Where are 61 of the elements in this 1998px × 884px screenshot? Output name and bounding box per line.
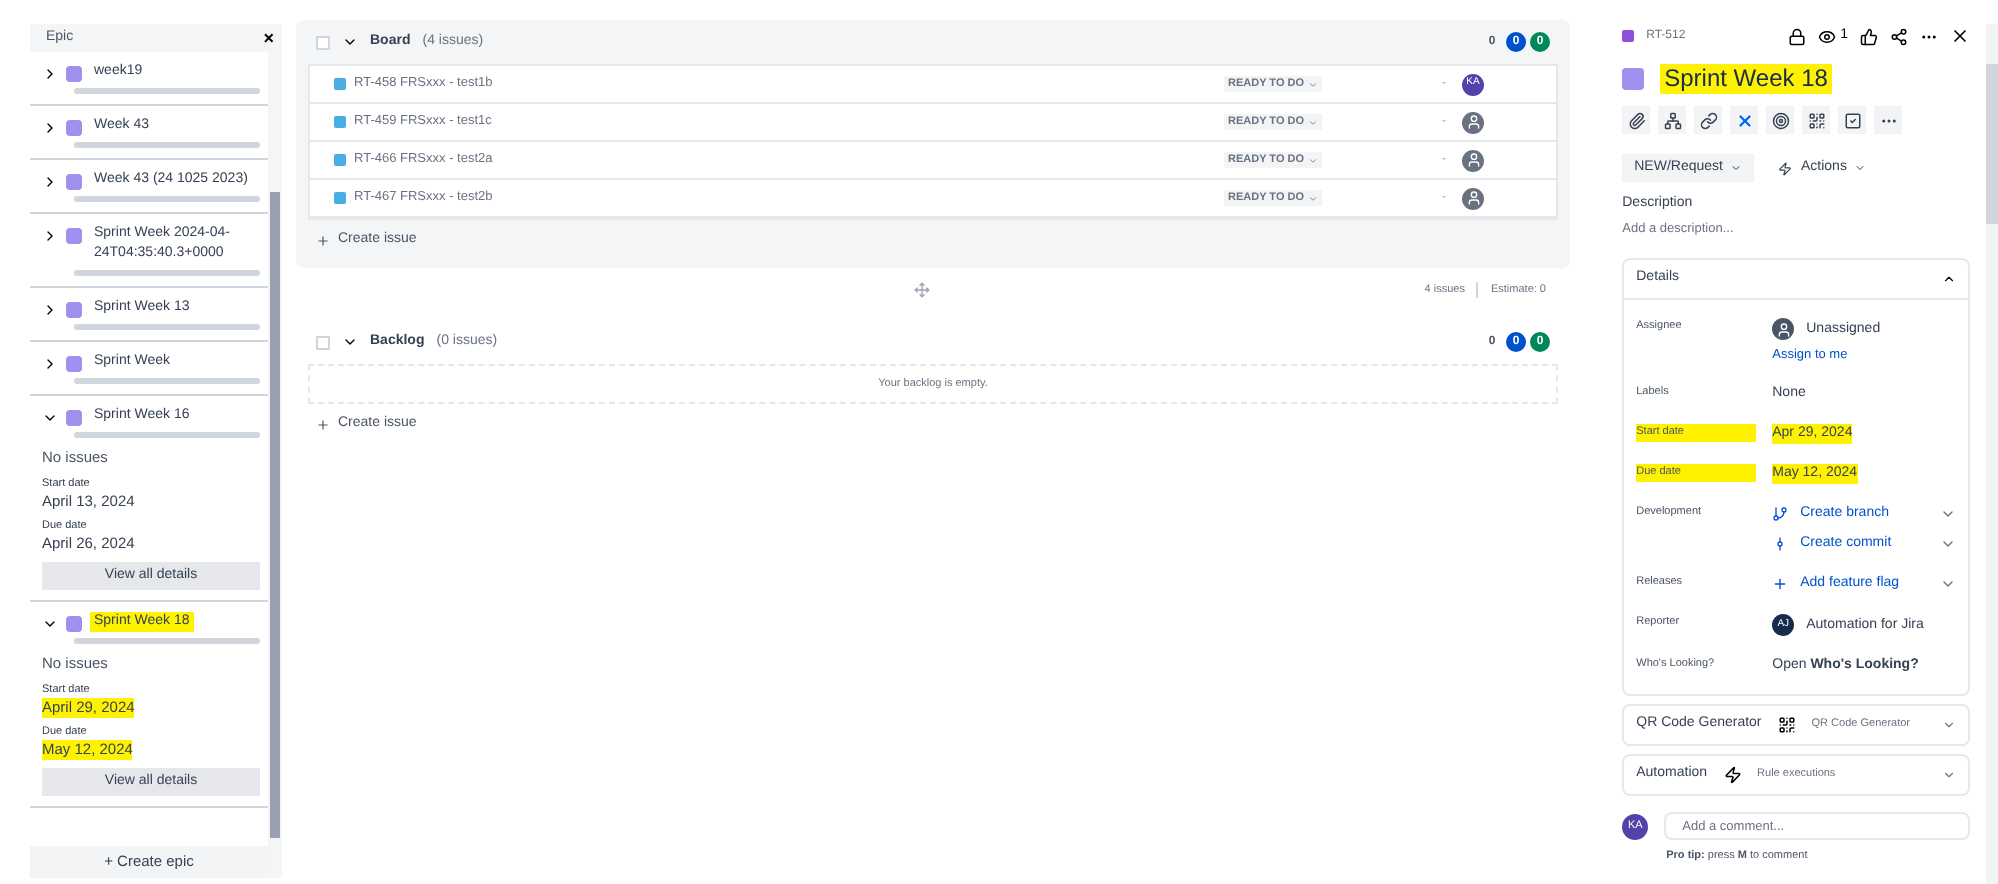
- epic-color-square: [1622, 68, 1645, 90]
- plus-icon: [316, 417, 330, 431]
- chevron-down-icon: [1854, 162, 1867, 174]
- target-icon[interactable]: [1766, 106, 1795, 134]
- hierarchy-icon[interactable]: [1658, 106, 1687, 134]
- epic-color-square: [66, 302, 82, 318]
- thumbs-up-icon[interactable]: [1860, 27, 1878, 45]
- share-icon[interactable]: [1890, 27, 1908, 45]
- scrollbar[interactable]: [1986, 24, 1998, 884]
- story-icon: [334, 116, 346, 128]
- epic-icon: [1622, 30, 1635, 42]
- close-icon[interactable]: [1950, 26, 1970, 46]
- chevron-down-icon: [1308, 193, 1318, 203]
- link-icon[interactable]: [1694, 106, 1723, 134]
- unassigned-user-icon[interactable]: [1462, 111, 1484, 133]
- chevron-down-icon: [1308, 79, 1318, 89]
- epic-color-square: [66, 66, 82, 82]
- unassigned-user-icon[interactable]: [1462, 187, 1484, 209]
- epic-color-square: [66, 410, 82, 426]
- epic-color-square: [66, 228, 82, 244]
- epic-color-square: [66, 616, 82, 632]
- story-icon: [334, 192, 346, 204]
- chevron-right-icon[interactable]: [42, 120, 58, 136]
- chevron-right-icon[interactable]: [42, 66, 58, 82]
- checkbox-icon[interactable]: [1838, 106, 1867, 134]
- story-icon: [334, 154, 346, 166]
- chevron-down-icon[interactable]: [42, 616, 58, 632]
- story-icon: [334, 78, 346, 90]
- chevron-right-icon[interactable]: [42, 356, 58, 372]
- chevron-right-icon[interactable]: [42, 228, 58, 244]
- user-icon: [1772, 318, 1795, 340]
- issue-title[interactable]: Sprint Week 18: [1660, 64, 1832, 94]
- chevron-right-icon[interactable]: [42, 302, 58, 318]
- attachment-icon[interactable]: [1622, 106, 1651, 134]
- lock-icon[interactable]: [1788, 27, 1807, 45]
- chevron-down-icon[interactable]: [42, 410, 58, 426]
- move-icon[interactable]: [914, 282, 930, 298]
- chevron-down-icon[interactable]: [342, 334, 358, 350]
- checkbox[interactable]: [316, 335, 330, 349]
- chevron-down-icon[interactable]: [342, 34, 358, 50]
- epic-color-square: [66, 174, 82, 190]
- epic-color-square: [66, 120, 82, 136]
- commit-icon: [1772, 536, 1789, 552]
- lightning-icon: [1723, 766, 1742, 784]
- lightning-icon: [1778, 161, 1793, 175]
- close-button[interactable]: ×: [263, 29, 274, 47]
- qr-code-icon: [1777, 716, 1796, 734]
- checkbox[interactable]: [316, 35, 330, 49]
- cross-icon[interactable]: [1730, 106, 1759, 134]
- chevron-down-icon: [1308, 155, 1318, 165]
- qr-code-icon[interactable]: [1802, 106, 1831, 134]
- chevron-up-icon[interactable]: [1942, 272, 1956, 286]
- branch-icon: [1772, 506, 1789, 522]
- epic-color-square: [66, 356, 82, 372]
- unassigned-user-icon[interactable]: [1462, 149, 1484, 171]
- watch-icon[interactable]: [1818, 27, 1837, 45]
- chevron-down-icon: [1730, 162, 1743, 174]
- chevron-down-icon: [1308, 117, 1318, 127]
- chevron-right-icon[interactable]: [42, 174, 58, 190]
- plus-icon: [316, 233, 330, 247]
- plus-icon: [1772, 576, 1789, 592]
